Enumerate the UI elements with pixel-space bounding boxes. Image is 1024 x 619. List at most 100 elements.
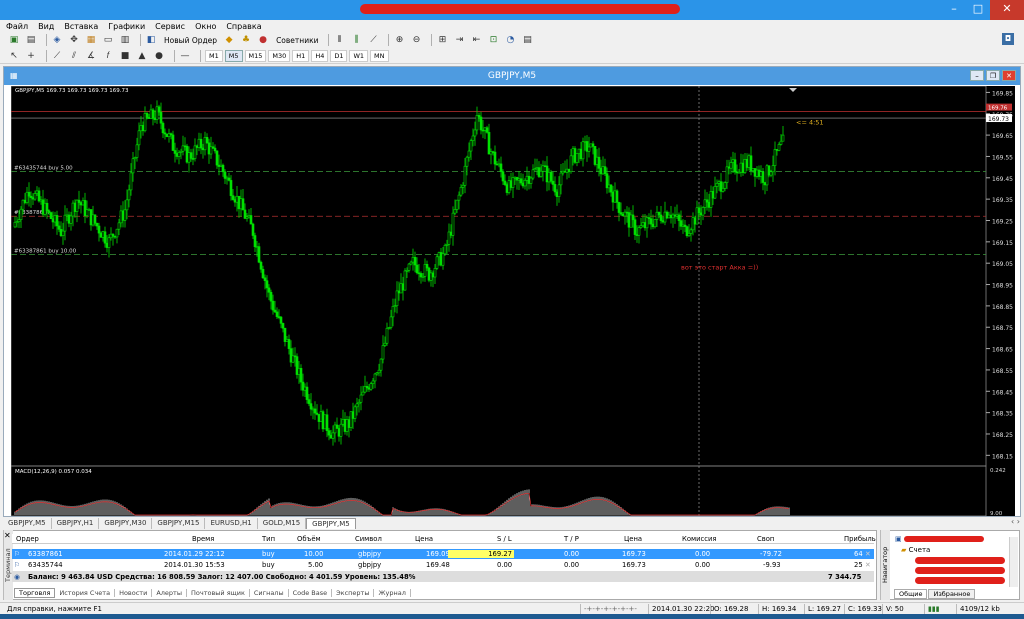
fibo-icon[interactable]: 𝑓 bbox=[102, 50, 114, 62]
col-volume[interactable]: Объём bbox=[297, 535, 321, 543]
new-order-button[interactable]: ◧ Новый Ордер bbox=[145, 34, 217, 46]
timeframe-H1[interactable]: H1 bbox=[292, 49, 310, 62]
line-chart-icon[interactable]: ⟋ bbox=[367, 34, 379, 46]
cell-tp[interactable]: 0.00 bbox=[564, 550, 579, 558]
timeframe-D1[interactable]: D1 bbox=[330, 49, 348, 62]
templates-icon[interactable]: ▤ bbox=[521, 34, 533, 46]
menu-item-0[interactable]: Файл bbox=[6, 22, 28, 31]
zoom-out-icon[interactable]: ⊖ bbox=[410, 34, 422, 46]
autoscroll-icon[interactable]: ⇥ bbox=[453, 34, 465, 46]
terminal-tab[interactable]: Почтовый ящик bbox=[187, 589, 250, 597]
terminal-tab[interactable]: Code Base bbox=[289, 589, 333, 597]
chart-tab[interactable]: GBPJPY,M30 bbox=[99, 518, 153, 529]
market-watch-icon[interactable]: ◈ bbox=[51, 34, 63, 46]
tab-scroll-arrows[interactable]: ‹ › bbox=[1011, 517, 1020, 526]
chart-tab[interactable]: GBPJPY,M5 bbox=[306, 518, 356, 529]
terminal-tab[interactable]: История Счета bbox=[55, 589, 116, 597]
timeframe-M15[interactable]: M15 bbox=[244, 49, 267, 62]
col-sl[interactable]: S / L bbox=[497, 535, 512, 543]
chart-restore-button[interactable]: ❐ bbox=[986, 70, 1000, 81]
close-order-icon[interactable]: ✕ bbox=[865, 550, 871, 558]
tile-icon[interactable]: ⊞ bbox=[436, 34, 448, 46]
timeframe-MN[interactable]: MN bbox=[370, 49, 389, 62]
crosshair-icon[interactable]: + bbox=[25, 50, 37, 62]
col-swap[interactable]: Своп bbox=[757, 535, 774, 543]
terminal-tab[interactable]: Новости bbox=[115, 589, 153, 597]
hline-icon[interactable]: — bbox=[179, 50, 191, 62]
candlestick-icon[interactable]: ⫼ bbox=[350, 34, 362, 46]
autotrading-icon[interactable]: ♣ bbox=[240, 34, 252, 46]
status-profile[interactable]: -+-+-+-+-+-+- bbox=[580, 604, 646, 614]
bar-chart-icon[interactable]: ⫴ bbox=[333, 34, 345, 46]
tab-favorites[interactable]: Избранное bbox=[928, 589, 976, 599]
indicators-icon[interactable]: ⊡ bbox=[487, 34, 499, 46]
new-chart-icon[interactable]: ▣ bbox=[8, 34, 20, 46]
metaeditor-icon[interactable]: ◆ bbox=[223, 34, 235, 46]
ellipse-icon[interactable]: ● bbox=[153, 50, 165, 62]
col-commission[interactable]: Комиссия bbox=[682, 535, 717, 543]
terminal-tab[interactable]: Алерты bbox=[152, 589, 187, 597]
table-row[interactable]: ⚐ 63387861 2014.01.29 22:12 buy 10.00 gb… bbox=[12, 549, 874, 559]
chart-tab[interactable]: GOLD,M15 bbox=[258, 518, 307, 529]
trendline-icon[interactable]: ⟋ bbox=[51, 50, 63, 62]
col-time[interactable]: Время bbox=[192, 535, 214, 543]
timeframe-M1[interactable]: M1 bbox=[205, 49, 223, 62]
connection-icon[interactable]: ▮▮▮ bbox=[924, 604, 944, 614]
periods-icon[interactable]: ◔ bbox=[504, 34, 516, 46]
maximize-button[interactable]: □ bbox=[966, 0, 990, 20]
col-symbol[interactable]: Символ bbox=[355, 535, 382, 543]
community-icon[interactable]: ◘ bbox=[1002, 33, 1014, 45]
col-tp[interactable]: T / P bbox=[564, 535, 579, 543]
terminal-tab[interactable]: Сигналы bbox=[250, 589, 289, 597]
col-price[interactable]: Цена bbox=[415, 535, 433, 543]
terminal-tab[interactable]: Торговля bbox=[14, 588, 56, 598]
redacted-account[interactable] bbox=[915, 567, 1005, 574]
timeframe-W1[interactable]: W1 bbox=[349, 49, 369, 62]
chart-tab[interactable]: GBPJPY,M5 bbox=[3, 518, 52, 529]
accounts-node[interactable]: ▰ Счета bbox=[901, 546, 930, 554]
equidistant-channel-icon[interactable]: ⫽ bbox=[68, 50, 80, 62]
gann-icon[interactable]: ∡ bbox=[85, 50, 97, 62]
terminal-tab[interactable]: Журнал bbox=[374, 589, 411, 597]
close-order-icon[interactable]: ✕ bbox=[865, 561, 871, 569]
rectangle-icon[interactable]: ■ bbox=[119, 50, 131, 62]
tab-general[interactable]: Общие bbox=[894, 589, 928, 599]
navigator-icon[interactable]: ▦ bbox=[85, 34, 97, 46]
price-chart[interactable]: 169.85169.75169.65169.55169.45169.35169.… bbox=[11, 86, 1015, 516]
cell-sl[interactable]: 169.27 bbox=[448, 550, 514, 558]
table-row[interactable]: ⚐ 63435744 2014.01.30 15:53 buy 5.00 gbp… bbox=[12, 560, 874, 570]
chart-tab[interactable]: GBPJPY,H1 bbox=[52, 518, 100, 529]
profiles-icon[interactable]: ▤ bbox=[25, 34, 37, 46]
zoom-in-icon[interactable]: ⊕ bbox=[393, 34, 405, 46]
cell-sl[interactable]: 0.00 bbox=[497, 561, 512, 569]
terminal-close-icon[interactable]: ✕ bbox=[4, 531, 11, 540]
minimize-button[interactable]: – bbox=[942, 0, 966, 20]
chart-shift-icon[interactable]: ⇤ bbox=[470, 34, 482, 46]
chart-minimize-button[interactable]: – bbox=[970, 70, 984, 81]
timeframe-M30[interactable]: M30 bbox=[268, 49, 291, 62]
chart-close-button[interactable]: ✕ bbox=[1002, 70, 1016, 81]
col-profit[interactable]: Прибыль bbox=[844, 535, 876, 543]
data-window-icon[interactable]: ✥ bbox=[68, 34, 80, 46]
experts-button[interactable]: ● Советники bbox=[257, 34, 318, 46]
col-current-price[interactable]: Цена bbox=[624, 535, 642, 543]
navigator-terminal-node[interactable]: ▣ bbox=[895, 535, 984, 543]
navigator-scrollbar[interactable] bbox=[1009, 537, 1018, 587]
terminal-icon[interactable]: ▭ bbox=[102, 34, 114, 46]
chart-tab[interactable]: EURUSD,H1 bbox=[205, 518, 258, 529]
timeframe-M5[interactable]: M5 bbox=[224, 49, 243, 62]
chart-tab[interactable]: GBPJPY,M15 bbox=[152, 518, 206, 529]
triangle-icon[interactable]: ▲ bbox=[136, 50, 148, 62]
col-order[interactable]: Ордер bbox=[16, 535, 39, 543]
cell-tp[interactable]: 0.00 bbox=[564, 561, 579, 569]
menu-item-5[interactable]: Окно bbox=[195, 22, 216, 31]
menu-item-4[interactable]: Сервис bbox=[155, 22, 185, 31]
tester-icon[interactable]: ▥ bbox=[119, 34, 131, 46]
menu-item-3[interactable]: Графики bbox=[108, 22, 145, 31]
redacted-account[interactable] bbox=[915, 557, 1005, 564]
menu-item-6[interactable]: Справка bbox=[226, 22, 261, 31]
cursor-icon[interactable]: ↖ bbox=[8, 50, 20, 62]
col-type[interactable]: Тип bbox=[262, 535, 275, 543]
redacted-account[interactable] bbox=[915, 577, 1005, 584]
timeframe-H4[interactable]: H4 bbox=[311, 49, 329, 62]
